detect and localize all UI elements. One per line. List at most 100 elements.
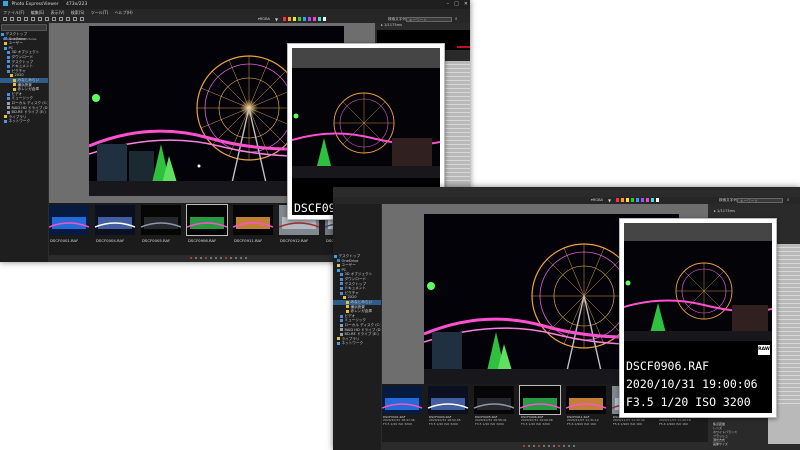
color-label-icon[interactable] xyxy=(293,17,296,21)
rotate-left-icon[interactable] xyxy=(59,17,63,21)
list-view-icon[interactable] xyxy=(38,17,42,21)
path-field[interactable]: D:\Users\Sato\Pictures xyxy=(1,24,47,41)
thumbnail-image xyxy=(428,386,468,414)
folder-sidebar: D:\Users\Sato\Pictures デスクトップ OneDrive ユーザ… xyxy=(0,23,48,262)
folder-icon xyxy=(343,296,346,300)
thumbnail-exif: F3.5 1/20 ISO 3200 xyxy=(383,422,412,426)
folder-icon xyxy=(346,305,349,309)
tree-item-label: ネットワーク xyxy=(8,119,31,124)
color-label-icon[interactable] xyxy=(303,17,306,21)
color-label-icon[interactable] xyxy=(288,17,291,21)
forward-icon[interactable] xyxy=(10,17,14,21)
grid-view-icon[interactable] xyxy=(31,17,35,21)
folder-icon xyxy=(340,282,343,286)
folder-icon xyxy=(337,342,340,346)
rotate-right-icon[interactable] xyxy=(66,17,70,21)
thumbnail[interactable] xyxy=(474,386,514,414)
menu-tools[interactable]: ツール(T) xyxy=(91,10,109,15)
folder-icon xyxy=(10,74,13,78)
minimize-icon[interactable]: – xyxy=(447,0,450,9)
search-input[interactable]: キーワード xyxy=(406,17,452,22)
thumbnail-exif: F5.6 1/900 ISO 160 xyxy=(613,422,642,426)
thumbnail[interactable] xyxy=(566,386,606,414)
thumbnail[interactable] xyxy=(428,386,468,414)
folder-icon xyxy=(13,78,16,82)
menu-bar: ファイル(F) 編集(E) 表示(V) 検索(S) ツール(T) ヘルプ(H) xyxy=(0,9,470,16)
thumbnail[interactable] xyxy=(95,205,135,235)
folder-icon xyxy=(7,110,10,114)
slideshow-icon[interactable] xyxy=(80,17,84,21)
search-icon[interactable]: ⌕ xyxy=(455,16,458,23)
thumbnail[interactable] xyxy=(49,205,89,235)
menu-help[interactable]: ヘルプ(H) xyxy=(115,10,133,15)
maximize-icon[interactable]: □ xyxy=(454,0,459,9)
close-icon[interactable]: ✕ xyxy=(464,0,468,9)
filter-icon-2[interactable]: ▼ xyxy=(608,197,611,204)
thumbnail-popup-large: RAW DSCF0906.RAF 2020/10/31 19:00:06 F3.… xyxy=(619,218,777,418)
folder-icon xyxy=(340,273,343,277)
search-input-2[interactable]: キーワード xyxy=(737,198,783,203)
filter-icon[interactable]: ▼ xyxy=(275,16,278,23)
color-label-icon[interactable] xyxy=(626,198,629,202)
sort-menu[interactable]: ▾RGBA xyxy=(258,16,270,23)
color-label-icon[interactable] xyxy=(646,198,649,202)
thumbnail[interactable] xyxy=(382,386,422,414)
thumbnail[interactable] xyxy=(519,385,561,415)
tree-item[interactable]: ネットワーク xyxy=(0,119,48,124)
sort-menu-2[interactable]: ▾RGBA xyxy=(591,197,603,204)
search-icon-2[interactable]: ⌕ xyxy=(787,197,790,204)
menu-edit[interactable]: 編集(E) xyxy=(31,10,45,15)
color-label-icon[interactable] xyxy=(298,17,301,21)
popup-ferris-wheel xyxy=(292,68,440,178)
thumbnail-image xyxy=(233,205,273,235)
menu-view[interactable]: 表示(V) xyxy=(51,10,65,15)
thumbnail[interactable] xyxy=(141,205,181,235)
window-count: 473x/223 xyxy=(66,2,88,7)
folder-icon xyxy=(340,323,343,327)
zoom-in-icon[interactable] xyxy=(45,17,49,21)
menu-search[interactable]: 検索(S) xyxy=(71,10,85,15)
color-label-icon[interactable] xyxy=(656,198,659,202)
color-label-icon[interactable] xyxy=(636,198,639,202)
app-window-2: ▾RGBA ▼ 検索文字列 キーワード ⌕ デスクトップ OneDrive ユーザー… xyxy=(333,187,800,450)
folder-icon xyxy=(340,319,343,323)
tree-item-label: ネットワーク xyxy=(341,341,364,346)
thumbnail-image xyxy=(520,386,560,414)
popup-photo-large xyxy=(624,241,772,341)
menu-file[interactable]: ファイル(F) xyxy=(3,10,24,15)
color-label-icon[interactable] xyxy=(631,198,634,202)
page-indicator xyxy=(190,257,247,259)
fullscreen-icon[interactable] xyxy=(73,17,77,21)
info-header[interactable]: ▸ 1/1173ms xyxy=(381,23,402,27)
zoom-out-icon[interactable] xyxy=(52,17,56,21)
color-label-icon[interactable] xyxy=(318,17,321,21)
color-label-icon[interactable] xyxy=(323,17,326,21)
color-label-strip-2 xyxy=(616,198,659,202)
up-folder-icon[interactable] xyxy=(17,17,21,21)
back-icon[interactable] xyxy=(3,17,7,21)
refresh-icon[interactable] xyxy=(24,17,28,21)
folder-icon xyxy=(337,268,340,272)
folder-icon xyxy=(7,92,10,96)
thumbnail[interactable] xyxy=(233,205,273,235)
toolbar-buttons xyxy=(3,17,84,21)
folder-icon xyxy=(337,263,340,267)
popup-filename-large: DSCF0906.RAF xyxy=(626,359,710,373)
thumbnail[interactable] xyxy=(186,204,228,236)
color-label-icon[interactable] xyxy=(621,198,624,202)
folder-icon xyxy=(340,286,343,290)
color-label-icon[interactable] xyxy=(651,198,654,202)
color-label-icon[interactable] xyxy=(313,17,316,21)
color-label-icon[interactable] xyxy=(641,198,644,202)
color-label-icon[interactable] xyxy=(616,198,619,202)
thumbnail-image xyxy=(95,205,135,235)
info-header-2[interactable]: ▸ 1/1173ms xyxy=(714,209,735,213)
color-label-icon[interactable] xyxy=(283,17,286,21)
raw-badge-large: RAW xyxy=(758,345,770,355)
folder-icon xyxy=(7,64,10,68)
popup-photo xyxy=(292,68,440,178)
color-label-icon[interactable] xyxy=(308,17,311,21)
folder-icon xyxy=(13,83,16,87)
tree-item[interactable]: ネットワーク xyxy=(333,341,381,346)
folder-icon xyxy=(337,337,340,341)
